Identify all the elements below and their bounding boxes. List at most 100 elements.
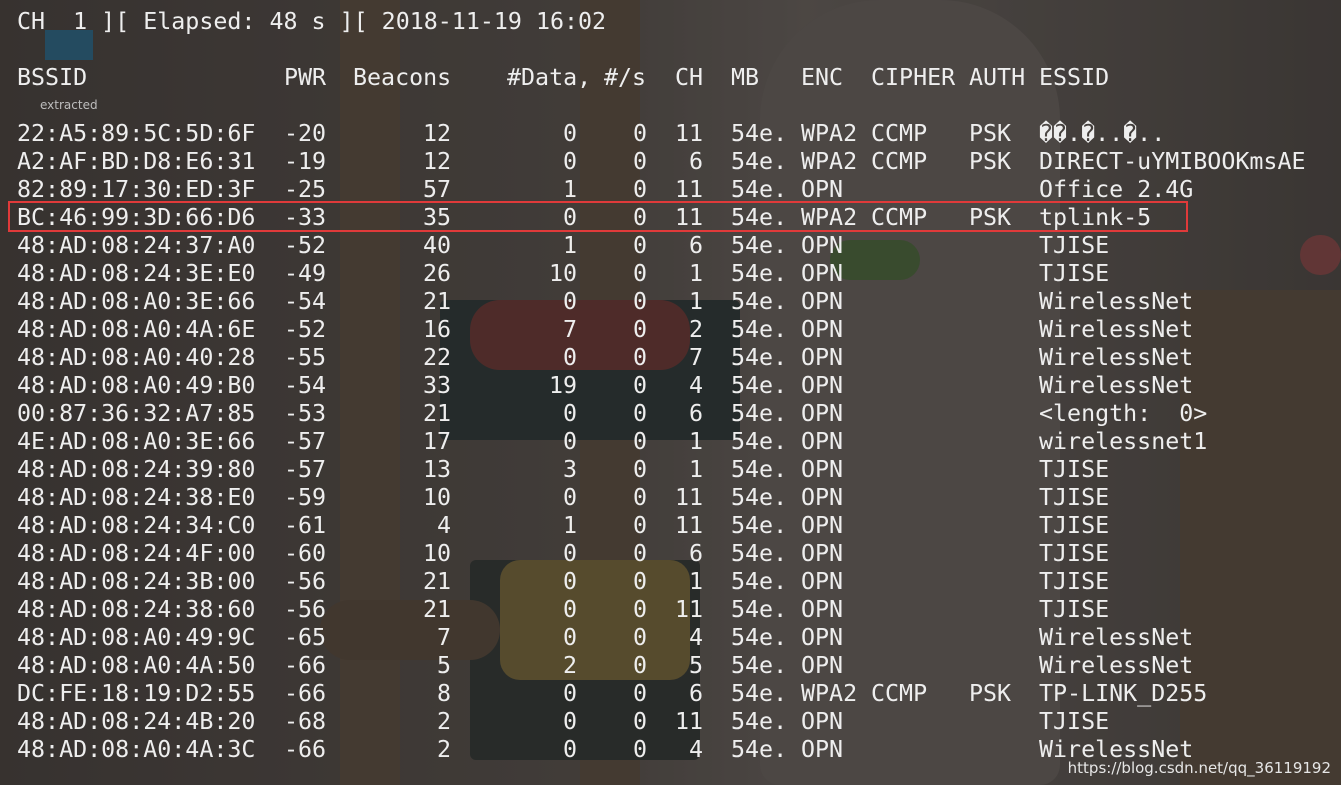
cell-enc: OPN (801, 708, 844, 735)
terminal-output: CH 1 ][ Elapsed: 48 s ][ 2018-11-19 16:0… (0, 0, 1341, 785)
cell-essid: TJISE (1039, 484, 1110, 511)
cell-ch: 6 (688, 400, 703, 427)
cell-beacons: 26 (422, 260, 451, 287)
cell-data: 7 (562, 316, 577, 343)
cell-beacons: 4 (436, 512, 451, 539)
cell-data: 0 (562, 568, 577, 595)
cell-rate: 0 (632, 568, 647, 595)
cell-ch: 11 (674, 484, 703, 511)
cell-essid: WirelessNet (1039, 652, 1194, 679)
cell-data: 0 (562, 288, 577, 315)
cell-mb: 54e. (731, 596, 788, 623)
cell-data: 19 (548, 372, 577, 399)
table-row: 48:AD:08:24:38:60 -56 21 0 0 11 54e. OPN TJISE (0, 596, 1341, 624)
cell-essid: TP-LINK_D255 (1039, 680, 1208, 707)
cell-bssid: A2:AF:BD:D8:E6:31 (17, 148, 256, 175)
cell-mb: 54e. (731, 428, 788, 455)
cell-ch: 1 (688, 428, 703, 455)
cell-essid: TJISE (1039, 232, 1110, 259)
cell-rate: 0 (632, 680, 647, 707)
table-row: 48:AD:08:24:39:80 -57 13 3 0 1 54e. OPN TJISE (0, 456, 1341, 484)
cell-rate: 0 (632, 120, 647, 147)
cell-auth: PSK (969, 680, 1012, 707)
cell-enc: OPN (801, 540, 844, 567)
cell-enc: OPN (801, 652, 844, 679)
cell-beacons: 21 (422, 400, 451, 427)
cell-bssid: 48:AD:08:A0:49:9C (17, 624, 256, 651)
cell-rate: 0 (632, 624, 647, 651)
cell-essid: TJISE (1039, 260, 1110, 287)
cell-cipher: CCMP (871, 148, 928, 175)
cell-ch: 7 (688, 344, 703, 371)
header-mb: MB (731, 64, 760, 91)
table-row: DC:FE:18:19:D2:55 -66 8 0 0 6 54e. WPA2 CCMP PSK T… (0, 680, 1341, 708)
cell-data: 3 (562, 456, 577, 483)
cell-essid: ��.�..�.. (1039, 120, 1166, 147)
cell-beacons: 2 (436, 736, 451, 763)
cell-essid: <length: 0> (1039, 400, 1208, 427)
cell-ch: 6 (688, 680, 703, 707)
cell-data: 10 (548, 260, 577, 287)
cell-enc: OPN (801, 484, 844, 511)
cell-rate: 0 (632, 232, 647, 259)
cell-pwr: -52 (284, 316, 327, 343)
cell-mb: 54e. (731, 120, 788, 147)
watermark: https://blog.csdn.net/qq_36119192 (1067, 759, 1331, 777)
header-enc: ENC (801, 64, 844, 91)
cell-beacons: 12 (422, 120, 451, 147)
cell-essid: WirelessNet (1039, 344, 1194, 371)
cell-ch: 4 (688, 372, 703, 399)
cell-enc: WPA2 (801, 680, 858, 707)
cell-beacons: 13 (422, 456, 451, 483)
cell-pwr: -66 (284, 736, 327, 763)
cell-enc: WPA2 (801, 120, 858, 147)
cell-data: 1 (562, 232, 577, 259)
cell-rate: 0 (632, 176, 647, 203)
cell-beacons: 17 (422, 428, 451, 455)
cell-data: 0 (562, 680, 577, 707)
cell-beacons: 10 (422, 484, 451, 511)
cell-data: 1 (562, 176, 577, 203)
cell-ch: 11 (674, 176, 703, 203)
cell-bssid: 48:AD:08:A0:4A:6E (17, 316, 256, 343)
cell-ch: 11 (674, 120, 703, 147)
cell-rate: 0 (632, 148, 647, 175)
cell-bssid: 4E:AD:08:A0:3E:66 (17, 428, 256, 455)
cell-enc: OPN (801, 344, 844, 371)
cell-pwr: -52 (284, 232, 327, 259)
cell-enc: OPN (801, 624, 844, 651)
highlight-box (8, 201, 1188, 232)
cell-data: 0 (562, 344, 577, 371)
cell-enc: OPN (801, 456, 844, 483)
cell-data: 0 (562, 708, 577, 735)
cell-enc: OPN (801, 400, 844, 427)
table-row: A2:AF:BD:D8:E6:31 -19 12 0 0 6 54e. WPA2 CCMP PSK… (0, 148, 1341, 176)
cell-pwr: -20 (284, 120, 327, 147)
cell-auth: PSK (969, 120, 1012, 147)
table-row: 48:AD:08:24:38:E0 -59 10 0 0 11 54e. OPN TJISE (0, 484, 1341, 512)
cell-ch: 11 (674, 708, 703, 735)
cell-mb: 54e. (731, 288, 788, 315)
cell-enc: OPN (801, 316, 844, 343)
cell-bssid: 48:AD:08:A0:40:28 (17, 344, 256, 371)
cell-ch: 11 (674, 596, 703, 623)
cell-essid: TJISE (1039, 456, 1110, 483)
cell-beacons: 21 (422, 288, 451, 315)
cell-beacons: 57 (422, 176, 451, 203)
cell-mb: 54e. (731, 484, 788, 511)
table-row: 48:AD:08:A0:49:9C -65 7 0 0 4 54e. OPN WirelessN… (0, 624, 1341, 652)
cell-pwr: -60 (284, 540, 327, 567)
cell-enc: OPN (801, 288, 844, 315)
cell-beacons: 21 (422, 568, 451, 595)
cell-data: 0 (562, 120, 577, 147)
cell-ch: 2 (688, 316, 703, 343)
cell-mb: 54e. (731, 680, 788, 707)
cell-beacons: 10 (422, 540, 451, 567)
table-row: 22:A5:89:5C:5D:6F -20 12 0 0 11 54e. WPA2 CCMP PS… (0, 120, 1341, 148)
cell-rate: 0 (632, 484, 647, 511)
cell-data: 0 (562, 736, 577, 763)
cell-pwr: -54 (284, 288, 327, 315)
cell-pwr: -68 (284, 708, 327, 735)
cell-pwr: -57 (284, 428, 327, 455)
cell-essid: WirelessNet (1039, 288, 1194, 315)
